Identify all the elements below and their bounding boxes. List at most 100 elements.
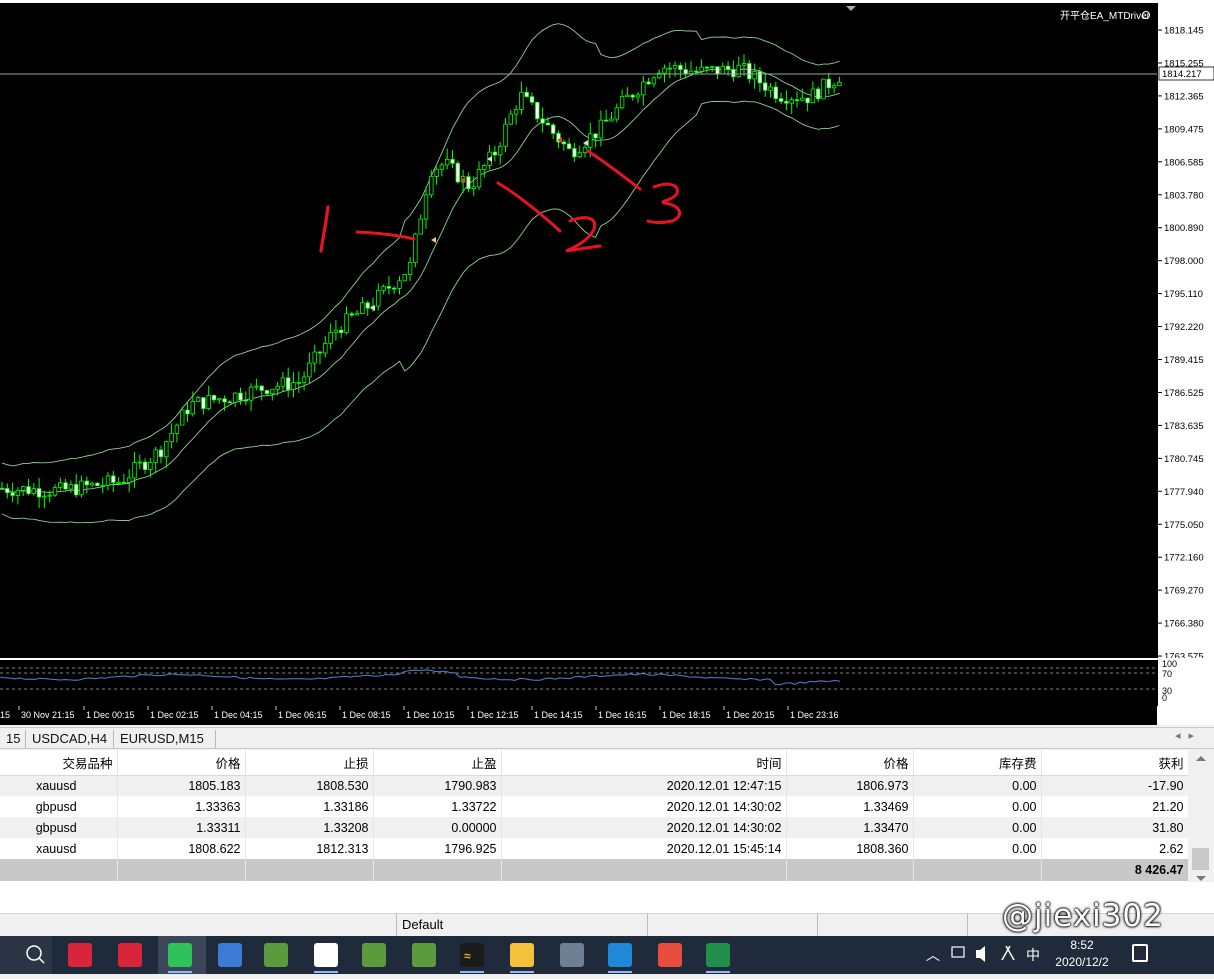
price-tick-label: 1783.635: [1164, 421, 1204, 432]
orders-table: 交易品种 价格 止损 止盈 时间 价格 库存费 获利 xauusd 1805.18…: [0, 750, 1189, 881]
table-row[interactable]: xauusd 1805.183 1808.530 1790.983 2020.12.01…: [0, 775, 1189, 796]
clock-time: 8:52: [1070, 938, 1094, 952]
scroll-up-icon[interactable]: [1196, 756, 1206, 761]
system-clock[interactable]: 8:52 2020/12/2: [1050, 937, 1114, 971]
trade-arrow-icon[interactable]: [431, 237, 436, 243]
excel-icon[interactable]: [706, 943, 730, 973]
price-axis[interactable]: 1818.145 1815.255 1812.365 1809.475 1806.585…: [1157, 3, 1214, 663]
candle-body: [519, 91, 524, 110]
price-tick-label: 1800.890: [1164, 223, 1204, 234]
candle-body: [248, 386, 254, 401]
system-tray[interactable]: [951, 945, 1015, 962]
candle-body: [529, 96, 535, 103]
candle-body: [678, 65, 683, 70]
candle-body: [116, 481, 121, 484]
tab-xauusd[interactable]: 15: [0, 730, 26, 748]
card-game-icon-2[interactable]: [118, 943, 142, 967]
candle-body: [185, 409, 190, 415]
col-stop-loss[interactable]: 止损: [245, 750, 374, 776]
table-cell: 2020.12.01 15:45:14: [501, 838, 787, 859]
candle-body: [789, 99, 794, 104]
tab-eurusd-m15[interactable]: EURUSD,M15: [114, 730, 216, 748]
candle-body: [662, 67, 667, 74]
main-chart[interactable]: 开平仓EA_MTDriver 123: [0, 3, 1157, 658]
paint-icon[interactable]: [658, 943, 682, 967]
candle-body: [360, 302, 365, 314]
scroll-down-icon[interactable]: [1196, 876, 1206, 881]
vertical-scrollbar[interactable]: [1188, 750, 1214, 882]
candle-body: [768, 86, 773, 91]
time-tick-label: 1 Dec 08:15: [342, 710, 391, 720]
candle-body: [492, 151, 498, 156]
window-icon[interactable]: [218, 943, 242, 967]
oscillator-tick-label: 100: [1162, 660, 1177, 669]
table-row[interactable]: gbpusd 1.33363 1.33186 1.33722 2020.12.01 14…: [0, 796, 1189, 817]
candle-body: [328, 332, 333, 344]
price-tick-label: 1777.940: [1164, 487, 1204, 498]
document-icon[interactable]: [314, 943, 338, 973]
price-tick-label: 1818.145: [1164, 26, 1204, 37]
network-icon[interactable]: [951, 946, 965, 958]
table-row[interactable]: xauusd 1808.622 1812.313 1796.925 2020.12.01…: [0, 838, 1189, 859]
col-price[interactable]: 价格: [117, 750, 246, 776]
price-tick-label: 1775.050: [1164, 520, 1204, 531]
table-cell: 1796.925: [373, 838, 502, 859]
status-profile[interactable]: Default: [396, 914, 648, 936]
price-tick-label: 1769.270: [1164, 586, 1204, 597]
col-profit[interactable]: 获利: [1041, 750, 1189, 776]
candle-body: [206, 395, 211, 409]
tab-scroll-arrows-icon[interactable]: ◂▸: [1175, 729, 1202, 742]
wechat-icon[interactable]: [158, 936, 206, 974]
candle-body: [805, 97, 810, 104]
candle-body: [84, 480, 89, 486]
col-symbol[interactable]: 交易品种: [0, 750, 118, 776]
chart-tabs: 15 USDCAD,H4 EURUSD,M15 ◂▸: [0, 727, 1214, 749]
edge-icon[interactable]: [608, 943, 632, 973]
candle-body: [667, 67, 672, 70]
calculator-icon[interactable]: [560, 943, 584, 967]
users-icon[interactable]: [264, 943, 288, 967]
chart-shift-marker-icon[interactable]: [846, 6, 856, 11]
windows-taskbar: ≈ ︿ 中 8:52 2020/12/2: [0, 936, 1214, 974]
candle-body: [641, 81, 646, 96]
candle-body: [105, 475, 111, 486]
candle-body: [423, 194, 429, 220]
show-hidden-icons-icon[interactable]: ︿: [926, 945, 940, 965]
candle-body: [153, 449, 158, 463]
time-tick-label: 1 Dec 18:15: [662, 710, 711, 720]
col-take-profit[interactable]: 止盈: [373, 750, 502, 776]
candle-body: [142, 461, 148, 470]
input-method-indicator[interactable]: 中: [1026, 945, 1040, 965]
search-icon[interactable]: [0, 936, 52, 974]
users-icon-2[interactable]: [362, 943, 386, 967]
candle-body: [333, 329, 339, 333]
trading-terminal-icon[interactable]: ≈: [460, 943, 484, 973]
candle-body: [365, 302, 370, 309]
table-cell: 1.33208: [245, 817, 374, 838]
card-game-icon[interactable]: [68, 943, 92, 967]
current-price-label: 1814.217: [1162, 69, 1202, 80]
pen-icon[interactable]: [1001, 945, 1015, 961]
candle-body: [741, 63, 747, 66]
candle-body: [36, 488, 42, 498]
candle-body: [354, 313, 360, 316]
scroll-thumb[interactable]: [1192, 848, 1209, 870]
table-total-row: 8 426.47: [0, 859, 1189, 881]
oscillator-panel[interactable]: [0, 660, 1157, 706]
col-time[interactable]: 时间: [501, 750, 787, 776]
candle-body: [831, 85, 837, 89]
candle-body: [455, 162, 460, 183]
col-swap[interactable]: 库存费: [913, 750, 1042, 776]
candle-body: [232, 392, 238, 403]
folder-icon[interactable]: [510, 943, 534, 973]
users-icon-3[interactable]: [412, 943, 436, 967]
candle-body: [31, 488, 36, 495]
volume-icon[interactable]: [976, 946, 985, 962]
candle-body: [264, 390, 270, 395]
table-cell: 0.00: [913, 838, 1042, 859]
tab-usdcad-h4[interactable]: USDCAD,H4: [26, 730, 114, 748]
col-current-price[interactable]: 价格: [786, 750, 914, 776]
candle-body: [731, 69, 736, 78]
table-row[interactable]: gbpusd 1.33311 1.33208 0.00000 2020.12.01 14…: [0, 817, 1189, 838]
notification-center-icon[interactable]: [1132, 944, 1148, 962]
